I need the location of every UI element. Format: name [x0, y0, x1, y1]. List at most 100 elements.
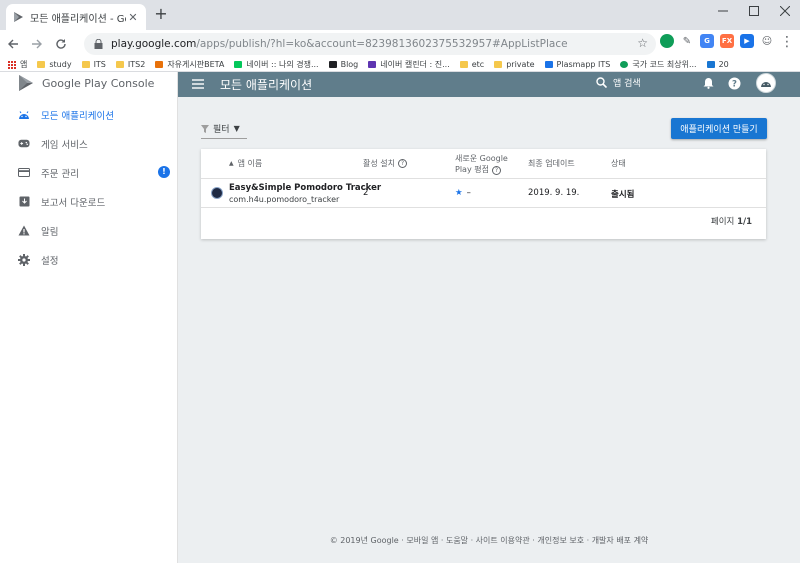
- tab-close-icon[interactable]: ✕: [126, 11, 140, 24]
- bookmark-its[interactable]: ITS: [81, 60, 106, 69]
- account-avatar[interactable]: [756, 73, 776, 93]
- bookmark-label: 자유게시판BETA: [167, 60, 225, 69]
- extension-green-icon[interactable]: [660, 34, 674, 48]
- address-bar[interactable]: play.google.com/apps/publish/?hl=ko&acco…: [84, 33, 656, 55]
- gear-icon: [18, 253, 30, 266]
- extension-blue-icon[interactable]: ▶: [740, 34, 754, 48]
- app-search[interactable]: 앱 검색: [596, 76, 641, 89]
- sidebar-item-label: 게임 서비스: [41, 139, 88, 151]
- translate-icon[interactable]: G: [700, 34, 714, 48]
- maximize-button[interactable]: [738, 0, 769, 22]
- bookmark-study[interactable]: study: [37, 60, 72, 69]
- sidebar-item-label: 보고서 다운로드: [41, 197, 106, 209]
- bookmark-country-code[interactable]: 국가 코드 최상위...: [620, 59, 697, 70]
- tab-strip: 모든 애플리케이션 - Google Pl ✕ +: [0, 0, 800, 30]
- sidebar-item-settings[interactable]: 설정: [0, 245, 178, 274]
- sidebar-item-download-reports[interactable]: 보고서 다운로드: [0, 187, 178, 216]
- apps-grid-icon: [8, 60, 16, 69]
- bookmark-free-board[interactable]: 자유게시판BETA: [155, 59, 224, 70]
- browser-toolbar: play.google.com/apps/publish/?hl=ko&acco…: [0, 30, 800, 58]
- search-icon: [596, 77, 607, 88]
- bookmark-label: study: [49, 60, 72, 69]
- site-icon: [155, 61, 164, 68]
- notifications-icon[interactable]: [701, 76, 715, 90]
- rating-value: –: [466, 188, 471, 198]
- create-app-button[interactable]: 애플리케이션 만들기: [671, 118, 767, 139]
- col-header-rating: 새로운 Google Play 평점?: [455, 149, 508, 178]
- folder-icon: [37, 61, 46, 68]
- app-icon: [211, 187, 223, 199]
- app-updated: 2019. 9. 19.: [528, 188, 580, 198]
- folder-icon: [115, 61, 124, 68]
- sidebar-item-label: 주문 관리: [41, 168, 79, 180]
- maximize-icon: [748, 6, 759, 16]
- android-avatar-icon: [761, 82, 771, 87]
- sidebar-item-all-apps[interactable]: 모든 애플리케이션: [0, 100, 178, 129]
- app-installs: 2: [363, 188, 369, 198]
- help-circle-icon[interactable]: ?: [397, 159, 407, 168]
- new-tab-button[interactable]: +: [152, 5, 170, 23]
- page-title: 모든 애플리케이션: [220, 78, 313, 92]
- sidebar-item-order-management[interactable]: 주문 관리 !: [0, 158, 178, 187]
- col-header-updated: 최종 업데이트: [528, 149, 575, 178]
- rating-header-text: 새로운 Google Play 평점?: [455, 153, 508, 175]
- eyedropper-icon[interactable]: ✎: [680, 34, 694, 48]
- minimize-button[interactable]: [707, 0, 738, 22]
- bookmark-star-icon[interactable]: ☆: [637, 36, 648, 50]
- folder-icon: [459, 61, 468, 68]
- profile-icon[interactable]: ☺: [760, 34, 774, 48]
- bookmark-label: 국가 코드 최상위...: [632, 60, 697, 69]
- reload-icon: [56, 39, 66, 49]
- star-icon: ★: [455, 188, 463, 198]
- app-status: 출시됨: [611, 190, 635, 200]
- blog-icon: [328, 61, 337, 68]
- site-icon: [706, 61, 715, 68]
- browser-tab[interactable]: 모든 애플리케이션 - Google Pl ✕: [6, 4, 146, 30]
- bookmark-naver-calendar[interactable]: 네이버 캘린더 : 진...: [368, 59, 450, 70]
- bookmark-apps[interactable]: 앱: [8, 59, 27, 70]
- bookmark-blog[interactable]: Blog: [328, 60, 358, 69]
- minimize-icon: [717, 10, 728, 12]
- bookmark-plasmapp-its[interactable]: Plasmapp ITS: [544, 60, 610, 69]
- play-console-logo[interactable]: Google Play Console: [18, 73, 154, 93]
- alert-badge: !: [158, 166, 170, 178]
- pager-value: 1/1: [737, 217, 752, 227]
- col-header-app-name[interactable]: ▲ 앱 이름: [229, 149, 262, 178]
- sidebar: Google Play Console 모든 애플리케이션 게임 서비스 주문 …: [0, 72, 178, 563]
- play-logo-icon: [19, 75, 33, 91]
- bookmark-label: 앱: [20, 60, 28, 69]
- footer-links[interactable]: © 2019년 Google · 모바일 앱 · 도움말 · 사이트 이용약관 …: [178, 535, 800, 546]
- logo-text: Google Play Console: [42, 77, 154, 90]
- bookmark-etc[interactable]: etc: [459, 60, 484, 69]
- sort-arrow-icon: ▲: [229, 160, 234, 167]
- col-header-label: 최종 업데이트: [528, 159, 575, 168]
- chevron-down-icon: ▼: [233, 124, 240, 133]
- filter-dropdown[interactable]: 필터 ▼: [201, 119, 247, 139]
- sidebar-nav: 모든 애플리케이션 게임 서비스 주문 관리 ! 보고서 다운로드 알림 설정: [0, 100, 178, 274]
- url-path: /apps/publish/?hl=ko&account=82398136023…: [196, 38, 568, 50]
- app-rating: ★ –: [455, 188, 471, 198]
- sidebar-item-game-services[interactable]: 게임 서비스: [0, 129, 178, 158]
- app-package: com.h4u.pomodoro_tracker: [229, 195, 340, 204]
- close-icon: [779, 6, 790, 16]
- close-window-button[interactable]: [769, 0, 800, 22]
- app-header: 모든 애플리케이션 앱 검색 ?: [178, 72, 800, 97]
- help-circle-icon[interactable]: ?: [491, 165, 501, 175]
- bookmark-private[interactable]: private: [494, 60, 535, 69]
- col-header-label: Play 평점: [455, 164, 489, 174]
- bookmark-label: ITS2: [127, 60, 146, 69]
- bookmark-20[interactable]: 20: [706, 60, 729, 69]
- bookmark-label: 네이버 캘린더 : 진...: [380, 60, 450, 69]
- forward-button[interactable]: [26, 33, 48, 55]
- bookmark-its2[interactable]: ITS2: [115, 60, 146, 69]
- reload-button[interactable]: [50, 33, 72, 55]
- table-row[interactable]: Easy&Simple Pomodoro Tracker com.h4u.pom…: [201, 178, 766, 208]
- sidebar-item-alerts[interactable]: 알림: [0, 216, 178, 245]
- back-button[interactable]: [2, 33, 24, 55]
- extension-fx-icon[interactable]: FX: [720, 34, 734, 48]
- bookmark-naver[interactable]: 네이버 :: 나의 경쟁...: [234, 59, 319, 70]
- help-icon[interactable]: ?: [727, 76, 741, 90]
- hamburger-menu-icon[interactable]: [192, 78, 204, 90]
- browser-menu-icon[interactable]: ⋮: [780, 34, 794, 50]
- window-controls: [707, 0, 800, 24]
